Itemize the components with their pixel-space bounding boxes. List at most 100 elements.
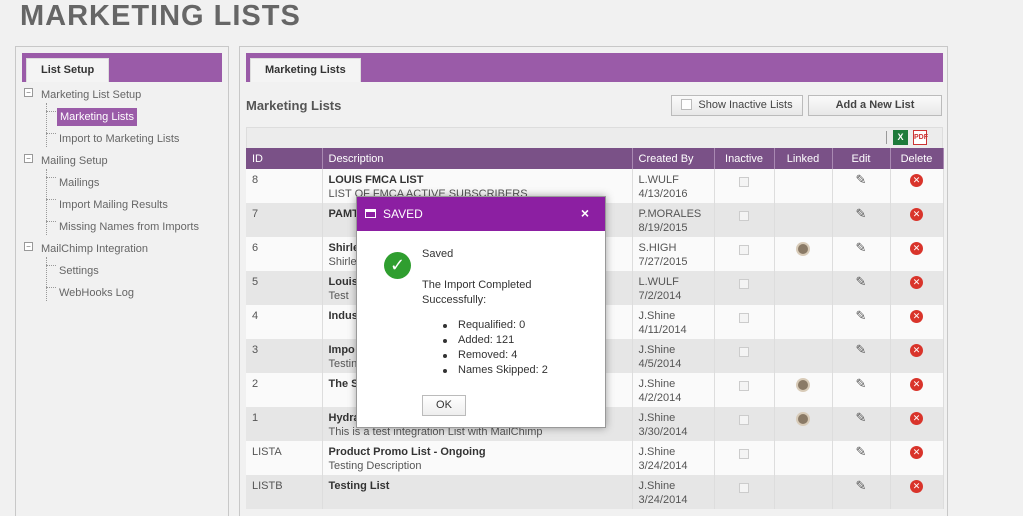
delete-icon[interactable]: ✕ bbox=[910, 378, 923, 391]
pencil-icon[interactable]: ✎ bbox=[856, 207, 867, 220]
tree-item-mailings[interactable]: Mailings bbox=[24, 173, 224, 195]
cell-delete: ✕ bbox=[890, 475, 944, 509]
column-header-inactive[interactable]: Inactive bbox=[714, 148, 775, 169]
cell-description: Product Promo List - Ongoing Testing Desc… bbox=[322, 441, 633, 475]
cell-linked bbox=[774, 407, 833, 441]
tree-item-missing-names[interactable]: Missing Names from Imports bbox=[24, 217, 224, 239]
tree-item-import-to-marketing-lists[interactable]: Import to Marketing Lists bbox=[24, 129, 224, 151]
created-date: 4/11/2014 bbox=[638, 324, 687, 336]
tree-item-webhooks-log[interactable]: WebHooks Log bbox=[24, 283, 224, 305]
delete-icon[interactable]: ✕ bbox=[910, 208, 923, 221]
inactive-checkbox[interactable] bbox=[739, 211, 749, 221]
table-row[interactable]: LISTA Product Promo List - Ongoing Testing… bbox=[246, 441, 944, 475]
delete-icon[interactable]: ✕ bbox=[910, 174, 923, 187]
delete-icon[interactable]: ✕ bbox=[910, 310, 923, 323]
delete-icon[interactable]: ✕ bbox=[910, 242, 923, 255]
cell-edit: ✎ bbox=[832, 339, 891, 373]
column-header-linked[interactable]: Linked bbox=[774, 148, 833, 169]
pencil-icon[interactable]: ✎ bbox=[856, 445, 867, 458]
cell-id: LISTA bbox=[246, 441, 323, 475]
created-user: J.Shine bbox=[638, 310, 676, 322]
close-icon[interactable]: × bbox=[581, 205, 589, 221]
show-inactive-toggle[interactable]: Show Inactive Lists bbox=[671, 95, 803, 116]
add-new-list-button[interactable]: Add a New List bbox=[808, 95, 942, 116]
created-user: J.Shine bbox=[638, 412, 676, 424]
cell-linked bbox=[774, 441, 833, 475]
section-title: Marketing Lists bbox=[246, 98, 342, 113]
inactive-checkbox[interactable] bbox=[739, 177, 749, 187]
cell-id: 1 bbox=[246, 407, 323, 441]
tree-item-settings[interactable]: Settings bbox=[24, 261, 224, 283]
created-user: L.WULF bbox=[638, 174, 679, 186]
column-header-description[interactable]: Description bbox=[322, 148, 633, 169]
list-item: Removed: 4 bbox=[440, 348, 548, 363]
inactive-checkbox[interactable] bbox=[739, 415, 749, 425]
pencil-icon[interactable]: ✎ bbox=[856, 309, 867, 322]
tree-item-marketing-list-setup[interactable]: − Marketing List Setup bbox=[24, 85, 224, 107]
cell-edit: ✎ bbox=[832, 203, 891, 237]
tree-item-import-mailing-results[interactable]: Import Mailing Results bbox=[24, 195, 224, 217]
cell-delete: ✕ bbox=[890, 169, 944, 203]
inactive-checkbox[interactable] bbox=[739, 449, 749, 459]
tree-item-marketing-lists[interactable]: Marketing Lists bbox=[24, 107, 224, 129]
column-header-id[interactable]: ID bbox=[246, 148, 323, 169]
cell-linked bbox=[774, 203, 833, 237]
created-user: J.Shine bbox=[638, 344, 676, 356]
cell-inactive bbox=[714, 475, 775, 509]
cell-created-by: J.Shine 4/2/2014 bbox=[632, 373, 715, 407]
list-name[interactable]: Product Promo List - Ongoing bbox=[329, 445, 626, 459]
import-results-list: Requalified: 0 Added: 121 Removed: 4 Nam… bbox=[440, 318, 548, 378]
list-name[interactable]: Testing List bbox=[329, 479, 626, 493]
pencil-icon[interactable]: ✎ bbox=[856, 173, 867, 186]
list-name[interactable]: LOUIS FMCA LIST bbox=[329, 173, 626, 187]
mailchimp-icon bbox=[796, 412, 810, 426]
table-row[interactable]: LISTB Testing List J.Shine 3/24/2014 ✎ ✕ bbox=[246, 475, 944, 509]
cell-edit: ✎ bbox=[832, 305, 891, 339]
table-header-row: ID Description Created By Inactive Linke… bbox=[246, 148, 944, 169]
pdf-icon[interactable]: PDF bbox=[913, 130, 928, 145]
pencil-icon[interactable]: ✎ bbox=[856, 479, 867, 492]
delete-icon[interactable]: ✕ bbox=[910, 344, 923, 357]
cell-created-by: S.HIGH 7/27/2015 bbox=[632, 237, 715, 271]
inactive-checkbox[interactable] bbox=[739, 347, 749, 357]
pencil-icon[interactable]: ✎ bbox=[856, 411, 867, 424]
cell-id: 6 bbox=[246, 237, 323, 271]
inactive-checkbox[interactable] bbox=[739, 313, 749, 323]
delete-icon[interactable]: ✕ bbox=[910, 480, 923, 493]
cell-linked bbox=[774, 475, 833, 509]
pencil-icon[interactable]: ✎ bbox=[856, 241, 867, 254]
ok-button[interactable]: OK bbox=[422, 395, 466, 416]
grid-toolbar: X PDF bbox=[246, 127, 943, 149]
tree-item-mailchimp-integration[interactable]: − MailChimp Integration bbox=[24, 239, 224, 261]
inactive-checkbox[interactable] bbox=[739, 279, 749, 289]
collapse-icon[interactable]: − bbox=[24, 242, 33, 251]
pencil-icon[interactable]: ✎ bbox=[856, 275, 867, 288]
collapse-icon[interactable]: − bbox=[24, 88, 33, 97]
cell-delete: ✕ bbox=[890, 407, 944, 441]
excel-icon[interactable]: X bbox=[893, 130, 908, 145]
inactive-checkbox[interactable] bbox=[739, 483, 749, 493]
inactive-checkbox[interactable] bbox=[739, 381, 749, 391]
cell-created-by: J.Shine 3/30/2014 bbox=[632, 407, 715, 441]
delete-icon[interactable]: ✕ bbox=[910, 276, 923, 289]
tree-item-mailing-setup[interactable]: − Mailing Setup bbox=[24, 151, 224, 173]
tab-list-setup[interactable]: List Setup bbox=[26, 58, 110, 82]
pencil-icon[interactable]: ✎ bbox=[856, 377, 867, 390]
cell-created-by: P.MORALES 8/19/2015 bbox=[632, 203, 715, 237]
created-user: S.HIGH bbox=[638, 242, 677, 254]
main-tabbar: Marketing Lists bbox=[246, 53, 943, 82]
collapse-icon[interactable]: − bbox=[24, 154, 33, 163]
delete-icon[interactable]: ✕ bbox=[910, 446, 923, 459]
cell-linked bbox=[774, 373, 833, 407]
cell-inactive bbox=[714, 169, 775, 203]
cell-delete: ✕ bbox=[890, 237, 944, 271]
column-header-created-by[interactable]: Created By bbox=[632, 148, 715, 169]
cell-inactive bbox=[714, 373, 775, 407]
cell-created-by: L.WULF 7/2/2014 bbox=[632, 271, 715, 305]
show-inactive-checkbox[interactable] bbox=[681, 99, 693, 110]
delete-icon[interactable]: ✕ bbox=[910, 412, 923, 425]
pencil-icon[interactable]: ✎ bbox=[856, 343, 867, 356]
tab-marketing-lists[interactable]: Marketing Lists bbox=[250, 58, 361, 82]
left-tabbar: List Setup bbox=[22, 53, 222, 82]
inactive-checkbox[interactable] bbox=[739, 245, 749, 255]
